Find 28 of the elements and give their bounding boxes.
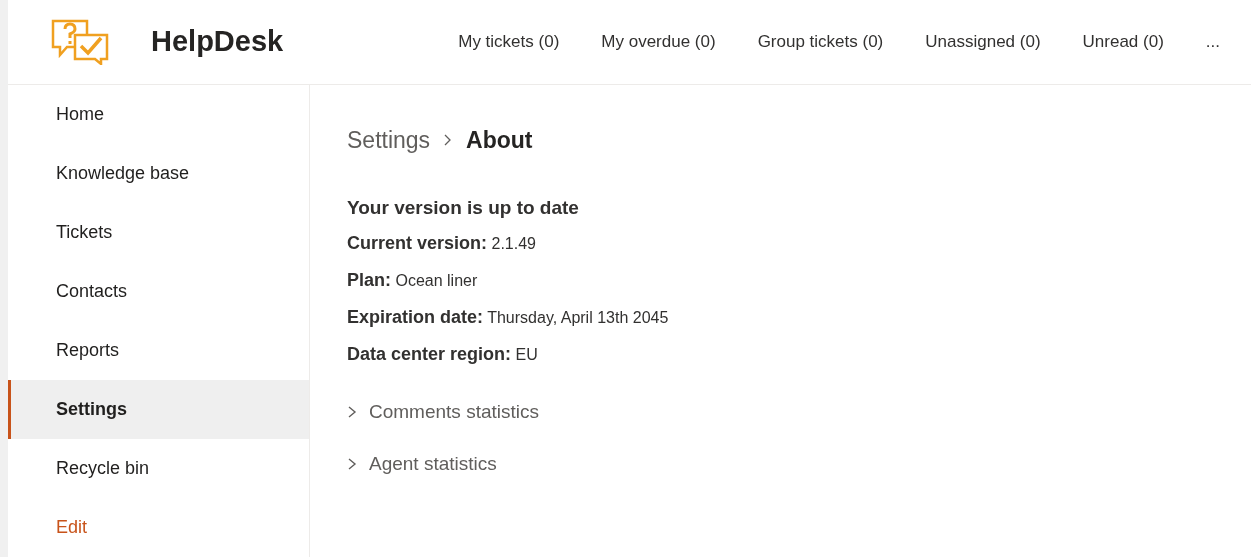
logo-icon [51,19,111,65]
chevron-right-icon [347,405,357,419]
section-toggle[interactable]: Agent statistics [347,446,669,482]
sidebar-item[interactable]: Tickets [8,203,309,262]
sidebar-item[interactable]: Home [8,85,309,144]
nav-link-item[interactable]: Unassigned (0) [904,29,1062,55]
detail-line: Expiration date: Thursday, April 13th 2045 [347,306,669,329]
nav-link-item[interactable]: My overdue (0) [580,29,737,55]
nav-link-item[interactable]: Group tickets (0) [736,29,905,55]
breadcrumb-link[interactable]: Settings [347,123,431,158]
sidebar-item[interactable]: Settings [8,380,309,439]
app-title: HelpDesk [151,24,284,60]
chevron-right-icon [444,134,453,147]
nav-link-item[interactable]: My tickets (0) [437,29,581,55]
chevron-right-icon [347,457,357,471]
detail-line: Plan: Ocean liner [347,269,479,292]
breadcrumb-current: About [466,126,533,155]
nav-link-item[interactable]: Unread (0) [1061,29,1185,55]
section-toggle[interactable]: Comments statistics [347,394,669,430]
edit-link[interactable]: Edit [8,498,309,557]
sidebar-item[interactable]: Reports [8,321,309,380]
detail-line: Current version: 2.1.49 [347,232,537,255]
detail-line: Data center region: EU [347,343,539,366]
sidebar-item[interactable]: Recycle bin [8,439,309,498]
sidebar-item[interactable]: Contacts [8,262,309,321]
nav-link-item[interactable]: ... [1184,29,1241,55]
status-heading: Your version is up to date [347,195,580,220]
sidebar-item[interactable]: Knowledge base [8,144,309,203]
